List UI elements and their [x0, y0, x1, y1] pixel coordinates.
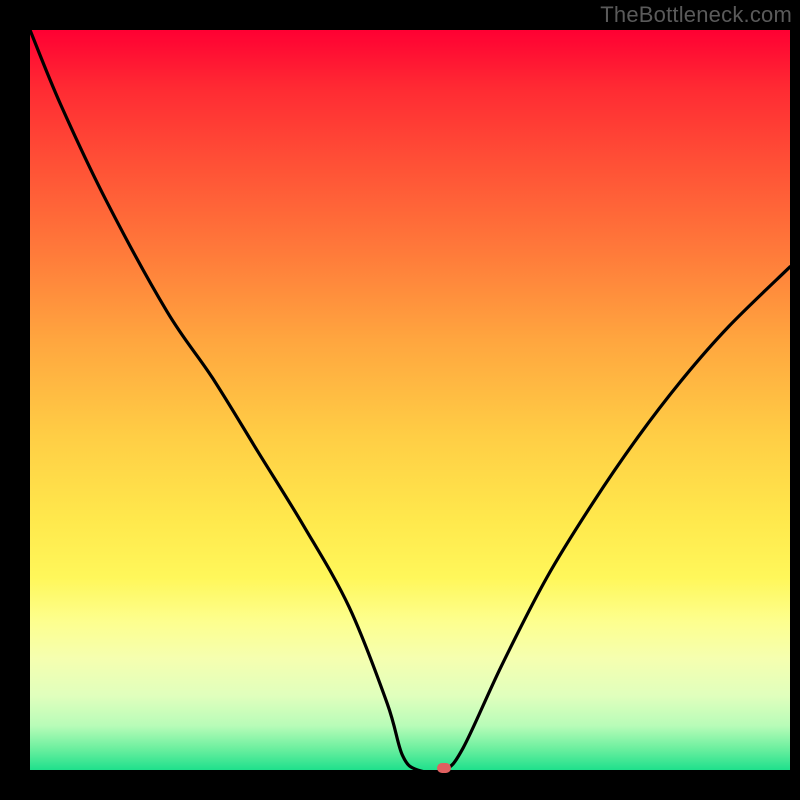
watermark-text: TheBottleneck.com: [600, 2, 792, 28]
bottleneck-curve: [30, 30, 790, 770]
chart-frame: TheBottleneck.com: [0, 0, 800, 800]
plot-area: [30, 30, 790, 770]
curve-path: [30, 30, 790, 772]
optimum-marker: [437, 763, 451, 773]
